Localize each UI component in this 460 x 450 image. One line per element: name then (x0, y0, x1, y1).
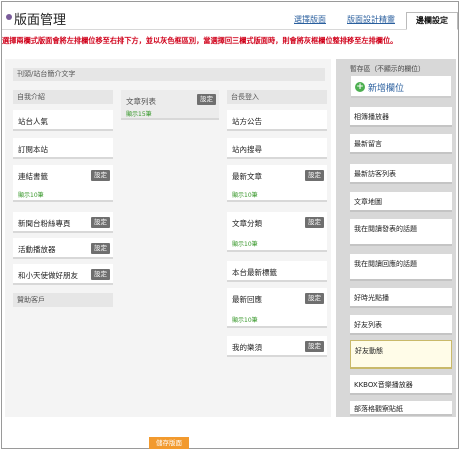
staging-item-latest-messages[interactable]: 最新留言 (350, 134, 452, 154)
widget-label: 最新文章 (232, 172, 262, 181)
widget-count: 顯示10筆 (18, 192, 44, 199)
settings-button[interactable]: 設定 (91, 217, 110, 228)
tab-choose-layout[interactable]: 選擇版面 (286, 12, 334, 30)
header: 版面管理 選擇版面 版面設計精靈 邊欄設定 (2, 2, 458, 30)
widget-article-list[interactable]: 文章列表 設定 顯示15筆 (121, 90, 219, 120)
widget-label: KKBOX音樂播放器 (354, 381, 413, 389)
staging-item-good-times[interactable]: 好時光點播 (350, 288, 452, 308)
widget-angel-friends[interactable]: 和小天使做好朋友 設定 (13, 264, 113, 285)
widget-label: 連結書籤 (18, 172, 48, 181)
widget-count: 顯示10筆 (232, 241, 258, 248)
add-widget-button[interactable]: + 新增欄位 (351, 76, 451, 98)
tab-sidebar-settings[interactable]: 邊欄設定 (406, 12, 458, 30)
widget-latest-replies[interactable]: 最新回應 設定 顯示10筆 (227, 288, 327, 328)
widget-label: 站方公告 (232, 117, 262, 126)
staging-item-blog-sticker[interactable]: 部落格觀察貼紙 (350, 401, 452, 416)
widget-link-bookmarks[interactable]: 連結書籤 設定 顯示10筆 (13, 165, 113, 202)
widget-label: 我在閱讀回應的話題 (354, 260, 417, 268)
widget-label: 最新訪客列表 (354, 170, 396, 178)
column-header-about-me[interactable]: 自我介紹 (13, 90, 113, 104)
widget-label: 部落格觀察貼紙 (354, 405, 403, 413)
staging-item-friends-list[interactable]: 好友列表 (350, 315, 452, 335)
widget-label: 最新留言 (354, 140, 382, 148)
settings-button[interactable]: 設定 (91, 170, 110, 181)
widget-label: 最新回應 (232, 295, 262, 304)
settings-button[interactable]: 設定 (305, 217, 324, 228)
notice-text: 選擇兩欄式版面會將左排欄位移至右排下方，並以灰色框區別，當選擇回三欄式版面時，則… (2, 36, 398, 45)
column-footer-sponsors[interactable]: 贊助客戶 (13, 293, 113, 307)
widget-count: 顯示10筆 (232, 317, 258, 324)
widget-label: 訂閱本站 (18, 145, 48, 154)
staging-area-title: 暫存區（不顯示的欄位） (350, 65, 425, 73)
staging-item-replied-topics[interactable]: 我在閱讀回應的話題 (350, 254, 452, 281)
widget-site-search[interactable]: 站內搜尋 (227, 138, 327, 159)
settings-button[interactable]: 設定 (91, 243, 110, 254)
widget-label: 我在閱讀發表的話題 (354, 225, 417, 233)
widget-subscribe[interactable]: 訂閱本站 (13, 138, 113, 159)
bullet-icon (6, 14, 12, 20)
widget-label: 好友動態 (355, 347, 383, 355)
widget-count: 顯示10筆 (232, 192, 258, 199)
widget-label: 文章列表 (126, 97, 156, 106)
widget-count: 顯示15筆 (126, 111, 152, 118)
widget-label: 站內搜尋 (232, 145, 262, 154)
widget-label: 好友列表 (354, 321, 382, 329)
staging-item-posted-topics[interactable]: 我在閱讀發表的話題 (350, 219, 452, 246)
widget-event-player[interactable]: 活動播放器 設定 (13, 238, 113, 259)
page-title: 版面管理 (14, 13, 67, 28)
widget-news-fanpage[interactable]: 新聞台粉絲專頁 設定 (13, 212, 113, 233)
settings-button[interactable]: 設定 (197, 94, 216, 105)
widget-latest-tags[interactable]: 本台最新標籤 (227, 261, 327, 282)
widget-latest-articles[interactable]: 最新文章 設定 顯示10筆 (227, 165, 327, 202)
layout-area: 刊頭/站台簡介文字 自我介紹 站台人氣 訂閱本站 連結書籤 設定 顯示10筆 新… (5, 59, 331, 417)
widget-label: 新聞台粉絲專頁 (18, 219, 71, 228)
staging-area: 暫存區（不顯示的欄位） + 新增欄位 相簿播放器 最新留言 最新訪客列表 文章地… (336, 59, 456, 417)
save-layout-button[interactable]: 儲存版面 (149, 437, 189, 449)
settings-button[interactable]: 設定 (305, 170, 324, 181)
settings-button[interactable]: 設定 (305, 341, 324, 352)
settings-button[interactable]: 設定 (91, 269, 110, 280)
widget-label: 我的樂須 (232, 343, 262, 352)
widget-label: 文章地圖 (354, 198, 382, 206)
widget-site-popularity[interactable]: 站台人氣 (13, 110, 113, 131)
widget-label: 活動播放器 (18, 245, 56, 254)
staging-item-article-map[interactable]: 文章地圖 (350, 192, 452, 212)
widget-label: 和小天使做好朋友 (18, 271, 78, 280)
widget-article-categories[interactable]: 文章分類 設定 顯示10筆 (227, 212, 327, 252)
add-widget-label: 新增欄位 (368, 84, 405, 94)
layout-manager-window: 版面管理 選擇版面 版面設計精靈 邊欄設定 選擇兩欄式版面會將左排欄位移至右排下… (1, 1, 459, 449)
widget-label: 本台最新標籤 (232, 268, 277, 277)
settings-button[interactable]: 設定 (305, 293, 324, 304)
staging-item-friend-updates[interactable]: 好友動態 (350, 340, 452, 369)
widget-site-announcements[interactable]: 站方公告 (227, 110, 327, 131)
intro-bar[interactable]: 刊頭/站台簡介文字 (13, 68, 325, 81)
widget-label: 好時光點播 (354, 294, 389, 302)
column-header-owner-login[interactable]: 台長登入 (227, 90, 327, 104)
staging-item-latest-visitors[interactable]: 最新訪客列表 (350, 164, 452, 184)
tab-layout-wizard[interactable]: 版面設計精靈 (340, 12, 402, 30)
plus-icon: + (355, 82, 365, 92)
widget-label: 文章分類 (232, 219, 262, 228)
widget-label: 相簿播放器 (354, 113, 389, 121)
staging-item-photo-player[interactable]: 相簿播放器 (350, 107, 452, 127)
widget-label: 站台人氣 (18, 117, 48, 126)
widget-my-music[interactable]: 我的樂須 設定 (227, 336, 327, 357)
staging-item-kkbox-player[interactable]: KKBOX音樂播放器 (350, 375, 452, 395)
